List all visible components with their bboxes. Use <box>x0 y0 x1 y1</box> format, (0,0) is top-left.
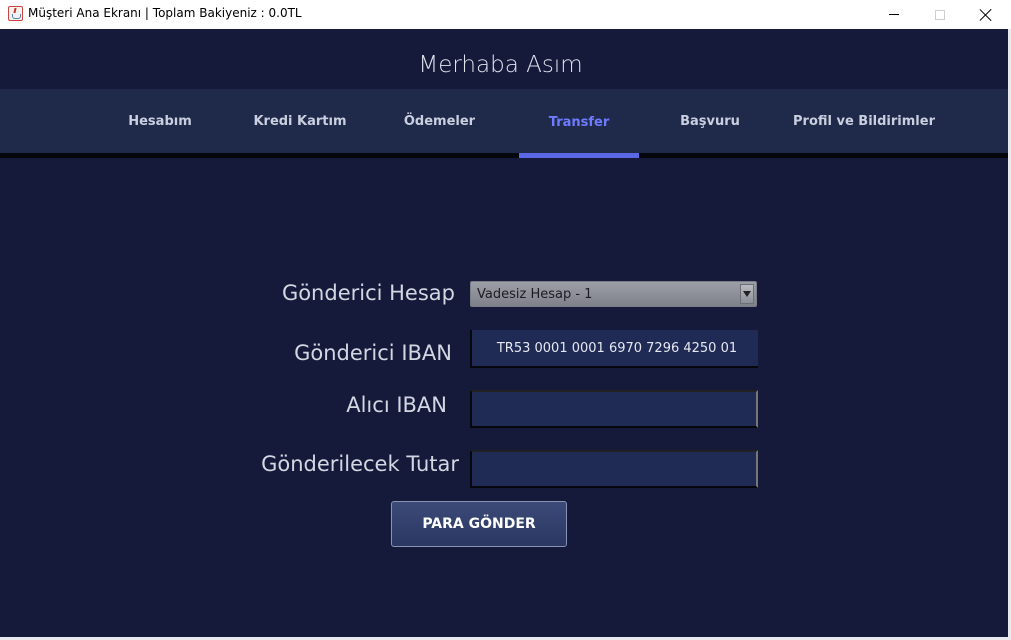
tab-bar-divider <box>0 153 1011 158</box>
tab-hesabim[interactable]: Hesabım <box>120 89 200 153</box>
recipient-iban-label: Alıcı IBAN <box>346 393 447 417</box>
amount-label: Gönderilecek Tutar <box>261 452 459 476</box>
maximize-button[interactable] <box>917 0 963 29</box>
sender-account-value: Vadesiz Hesap - 1 <box>477 287 593 302</box>
maximize-icon <box>935 9 945 20</box>
sender-iban-label: Gönderici IBAN <box>294 341 452 365</box>
amount-input[interactable] <box>470 450 758 488</box>
sender-account-select[interactable]: Vadesiz Hesap - 1 <box>470 281 757 307</box>
tab-profil-ve-bildirimler[interactable]: Profil ve Bildirimler <box>785 89 943 153</box>
close-button[interactable] <box>963 0 1009 29</box>
tab-kredi-kartim[interactable]: Kredi Kartım <box>245 89 355 153</box>
recipient-iban-input[interactable] <box>470 390 758 428</box>
send-money-button[interactable]: PARA GÖNDER <box>391 501 567 547</box>
minimize-button[interactable] <box>871 0 917 29</box>
close-icon <box>980 9 992 21</box>
minimize-icon <box>889 14 899 15</box>
java-cup-icon <box>8 6 23 21</box>
window-titlebar: Müşteri Ana Ekranı | Toplam Bakiyeniz : … <box>0 0 1011 29</box>
greeting-heading: Merhaba Asım <box>418 52 583 78</box>
dropdown-button[interactable] <box>740 284 754 304</box>
sender-iban-field: TR53 0001 0001 6970 7296 4250 01 <box>470 330 758 368</box>
tab-transfer[interactable]: Transfer <box>519 89 639 153</box>
sender-account-label: Gönderici Hesap <box>281 281 455 305</box>
tab-odemeler[interactable]: Ödemeler <box>392 89 487 153</box>
active-tab-indicator <box>519 153 639 158</box>
chevron-down-icon <box>743 291 751 297</box>
window-title: Müşteri Ana Ekranı | Toplam Bakiyeniz : … <box>28 6 302 20</box>
tab-basvuru[interactable]: Başvuru <box>670 89 750 153</box>
